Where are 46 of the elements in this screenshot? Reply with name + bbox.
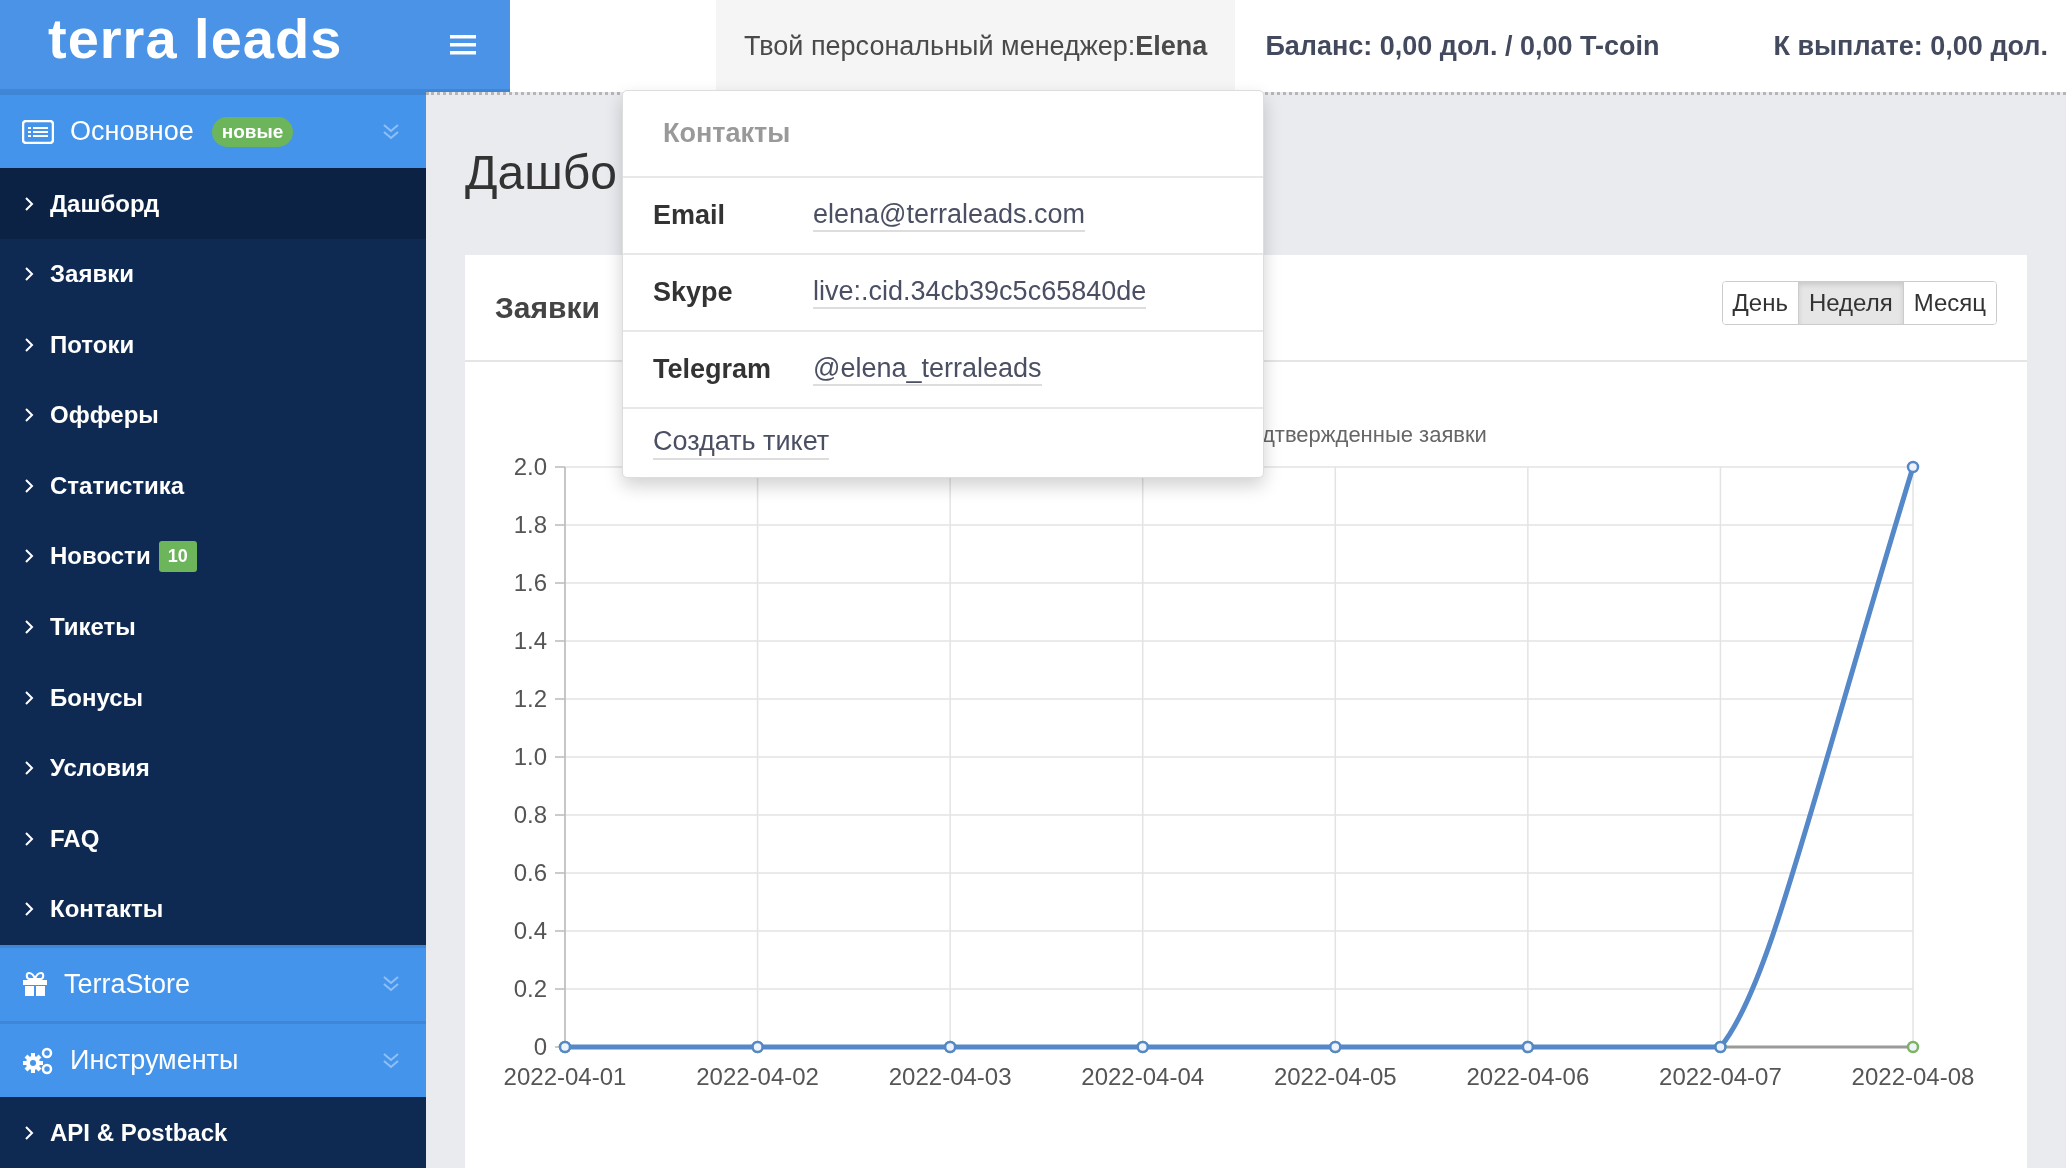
tick-label: 2022-04-05: [1273, 1063, 1397, 1090]
tick-label: 1.4: [513, 627, 547, 654]
logo: terra leads: [48, 6, 343, 71]
popup-title: Контакты: [623, 91, 1263, 178]
tick-label: 2.0: [513, 453, 547, 480]
section-label: TerraStore: [64, 968, 191, 1000]
item-label: Условия: [50, 754, 150, 783]
tick-label: 0: [533, 1033, 547, 1060]
item-label: Статистика: [50, 471, 185, 500]
tick-label: 1.6: [513, 569, 547, 596]
tick-label: 1.2: [513, 685, 547, 712]
page-title: Дашбо: [465, 145, 618, 201]
tick-label: 2022-04-02: [696, 1063, 819, 1090]
section-label: Инструменты: [70, 1045, 239, 1077]
item-label: Новости: [50, 542, 151, 571]
item-label: API & Postback: [50, 1118, 228, 1147]
tick-label: 2022-04-06: [1466, 1063, 1590, 1090]
tick-label: 1.0: [513, 743, 547, 770]
item-label: Дашборд: [50, 189, 160, 218]
tick-label: 0.6: [513, 859, 547, 886]
tick-label: 2022-04-07: [1659, 1063, 1782, 1090]
legend-label: дтвержденные заявки: [1262, 422, 1487, 447]
tick-label: 0.8: [513, 801, 547, 828]
tick-label: 0.2: [513, 975, 547, 1002]
contact-label: Skype: [653, 277, 734, 308]
tick-label: 2022-04-04: [1081, 1063, 1205, 1090]
balance-text: Баланс: 0,00 дол. / 0,00 T-coin: [1265, 30, 1660, 62]
item-label: Заявки: [50, 260, 134, 289]
section-label: Основное: [70, 116, 194, 148]
tick-label: 2022-04-03: [888, 1063, 1012, 1090]
payout-text: К выплате: 0,00 дол.: [1773, 30, 2048, 62]
tick-label: 2022-04-08: [1851, 1063, 1975, 1090]
count-badge: 10: [158, 541, 197, 572]
item-label: Потоки: [50, 330, 135, 359]
tick-label: 1.8: [513, 511, 547, 538]
item-label: Тикеты: [50, 613, 136, 642]
item-label: Офферы: [50, 401, 159, 430]
tick-label: 2022-04-01: [503, 1063, 627, 1090]
card-title: Заявки: [495, 290, 600, 325]
new-badge: новые: [211, 116, 294, 147]
item-label: Контакты: [50, 895, 164, 924]
contact-label: Email: [653, 200, 727, 231]
item-label: Бонусы: [50, 683, 143, 712]
contact-label: Telegram: [653, 354, 773, 385]
item-label: FAQ: [50, 824, 100, 853]
tick-label: 0.4: [513, 917, 547, 944]
